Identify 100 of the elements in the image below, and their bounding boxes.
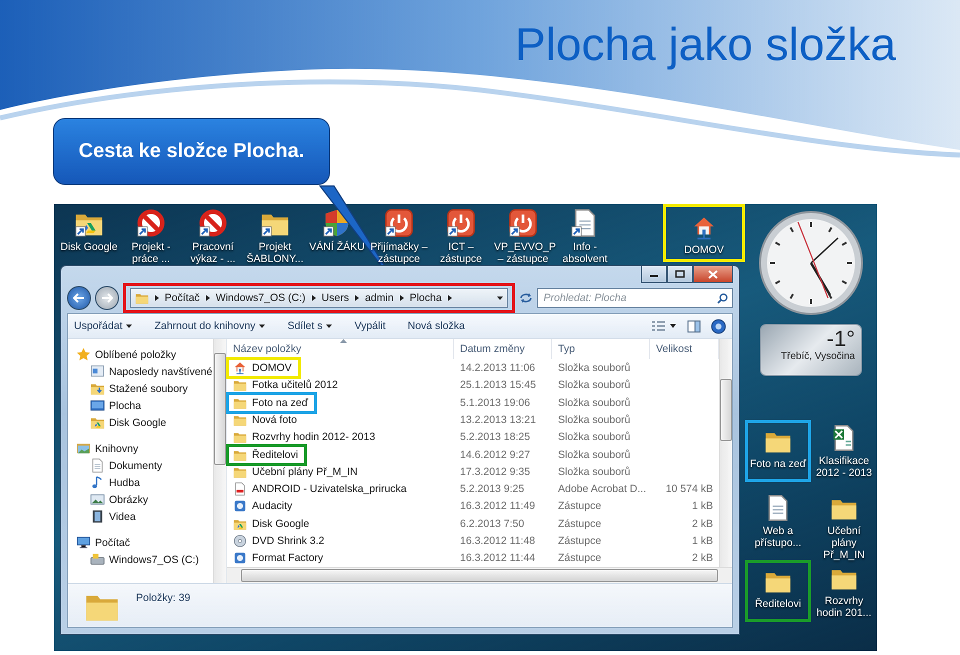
toolbar-button[interactable]: Nová složka xyxy=(408,320,465,332)
nav-item[interactable]: Naposledy navštívené xyxy=(109,366,212,378)
breadcrumb-item[interactable]: Windows7_OS (C:) xyxy=(216,292,306,304)
icon-label: Info - absolvent xyxy=(562,241,608,265)
file-name[interactable]: DVD Shrink 3.2 xyxy=(252,535,324,548)
item-count: Položky: 39 xyxy=(136,592,190,604)
nav-item[interactable]: Obrázky xyxy=(109,494,148,506)
breadcrumb-item[interactable]: admin xyxy=(364,292,394,304)
nav-group-label[interactable]: Knihovny xyxy=(95,442,138,455)
modified-date: 16.3.2012 11:49 xyxy=(460,500,536,512)
maximize-button[interactable] xyxy=(667,266,693,283)
close-button[interactable] xyxy=(693,266,733,283)
file-type: Složka souborů xyxy=(558,448,630,461)
breadcrumb-item[interactable]: Users xyxy=(322,292,349,304)
modified-date: 5.1.2013 19:06 xyxy=(460,396,530,409)
modified-date: 14.2.2013 11:06 xyxy=(460,362,536,374)
nav-group-label[interactable]: Počítač xyxy=(95,536,130,549)
file-type: Složka souborů xyxy=(558,414,630,426)
file-size: 2 kB xyxy=(692,552,713,564)
nav-item[interactable]: Dokumenty xyxy=(109,460,162,472)
no-entry-icon[interactable] xyxy=(136,208,166,238)
preview-pane-icon[interactable] xyxy=(687,320,701,333)
dropdown-caret-icon xyxy=(326,323,332,330)
modified-date: 17.3.2012 9:35 xyxy=(460,466,530,478)
scrollbar[interactable] xyxy=(213,339,226,583)
file-name[interactable]: ANDROID - Uzivatelska_prirucka xyxy=(252,483,407,496)
toolbar-button[interactable]: Sdílet s xyxy=(287,320,332,332)
file-size: 1 kB xyxy=(692,535,713,548)
toolbar-button[interactable]: Uspořádat xyxy=(74,320,132,332)
close-icon xyxy=(708,270,718,278)
nav-item[interactable]: Disk Google xyxy=(109,416,166,429)
nav-item[interactable]: Hudba xyxy=(109,476,140,489)
computer-icon xyxy=(76,535,91,550)
file-name[interactable]: DOMOV xyxy=(252,362,292,374)
file-name[interactable]: Fotka učitelů 2012 xyxy=(252,379,338,392)
refresh-icon[interactable] xyxy=(518,292,533,304)
file-type: Složka souborů xyxy=(558,379,630,392)
app-icon xyxy=(233,499,247,514)
modified-date: 13.2.2013 13:21 xyxy=(460,414,536,426)
chevron-icon xyxy=(154,295,160,302)
file-name[interactable]: Rozvrhy hodin 2012- 2013 xyxy=(252,431,376,444)
power-icon[interactable] xyxy=(446,208,476,238)
icon-label: Projekt ŠABLONY... xyxy=(246,241,304,265)
modified-date: 6.2.2013 7:50 xyxy=(460,518,524,530)
maximize-icon xyxy=(675,270,685,278)
nav-group-label[interactable]: Oblíbené položky xyxy=(95,348,176,361)
nav-item[interactable]: Plocha xyxy=(109,400,142,412)
icon-label: Učební plány Př_M_IN xyxy=(822,525,866,561)
hard-drive-icon xyxy=(90,552,105,568)
modified-date: 14.6.2012 9:27 xyxy=(460,448,530,461)
forward-arrow-icon xyxy=(100,293,113,304)
icon-label: Přijímačky – zástupce xyxy=(370,241,428,265)
icon-label: DOMOV xyxy=(684,244,724,256)
dropdown-caret-icon xyxy=(496,295,503,302)
toolbar-button[interactable]: Zahrnout do knihovny xyxy=(154,320,266,332)
horizontal-scrollbar[interactable] xyxy=(227,567,732,583)
icon-label: Web a přístupo... xyxy=(754,525,802,549)
column-header[interactable]: Typ xyxy=(552,339,650,360)
temperature: -1° xyxy=(826,327,855,351)
file-type: Zástupce xyxy=(558,518,602,530)
desktop-icon xyxy=(90,398,105,414)
search-icon xyxy=(717,292,728,304)
file-name[interactable]: Učební plány Př_M_IN xyxy=(252,466,358,478)
minimize-button[interactable] xyxy=(641,266,667,283)
file-type: Zástupce xyxy=(558,500,602,512)
scrollbar[interactable] xyxy=(719,339,732,567)
column-header[interactable]: Název položky xyxy=(227,339,454,360)
toolbar-button[interactable]: Vypálit xyxy=(354,320,386,332)
folder-icon xyxy=(233,430,247,444)
star-icon xyxy=(76,347,91,362)
power-icon[interactable] xyxy=(508,208,538,238)
modified-date: 25.1.2013 15:45 xyxy=(460,379,536,392)
power-icon[interactable] xyxy=(384,208,414,238)
search-input[interactable]: Prohledat: Plocha xyxy=(542,291,718,306)
nav-item[interactable]: Videa xyxy=(109,510,136,523)
nav-item[interactable]: Stažené soubory xyxy=(109,382,188,395)
file-name[interactable]: Disk Google xyxy=(252,518,310,530)
dropdown-caret-icon xyxy=(126,323,132,330)
column-header[interactable]: Datum změny xyxy=(454,339,552,360)
file-type: Složka souborů xyxy=(558,396,630,409)
nav-item[interactable]: Windows7_OS (C:) xyxy=(109,554,199,566)
file-name[interactable]: Format Factory xyxy=(252,552,324,564)
file-type: Složka souborů xyxy=(558,431,630,444)
view-options-icon[interactable] xyxy=(651,320,677,332)
file-type: Zástupce xyxy=(558,552,602,564)
breadcrumb-item[interactable]: Plocha xyxy=(410,292,442,304)
icon-label: Foto na zeď xyxy=(750,458,806,470)
search-box[interactable]: Prohledat: Plocha xyxy=(536,288,734,308)
address-bar[interactable]: Počítač Windows7_OS (C:) Users admin Plocha xyxy=(130,288,508,308)
file-type: Složka souborů xyxy=(558,466,630,478)
house-icon xyxy=(233,361,247,376)
file-name[interactable]: Ředitelovi xyxy=(252,448,298,461)
back-button[interactable] xyxy=(67,286,91,310)
file-name[interactable]: Foto na zeď xyxy=(252,396,308,409)
dropdown-caret-icon xyxy=(259,323,266,330)
file-name[interactable]: Audacity xyxy=(252,500,292,512)
no-entry-icon[interactable] xyxy=(198,208,228,238)
file-name[interactable]: Nová foto xyxy=(252,414,297,426)
breadcrumb-item[interactable]: Počítač xyxy=(164,292,200,304)
chevron-icon xyxy=(204,295,211,302)
